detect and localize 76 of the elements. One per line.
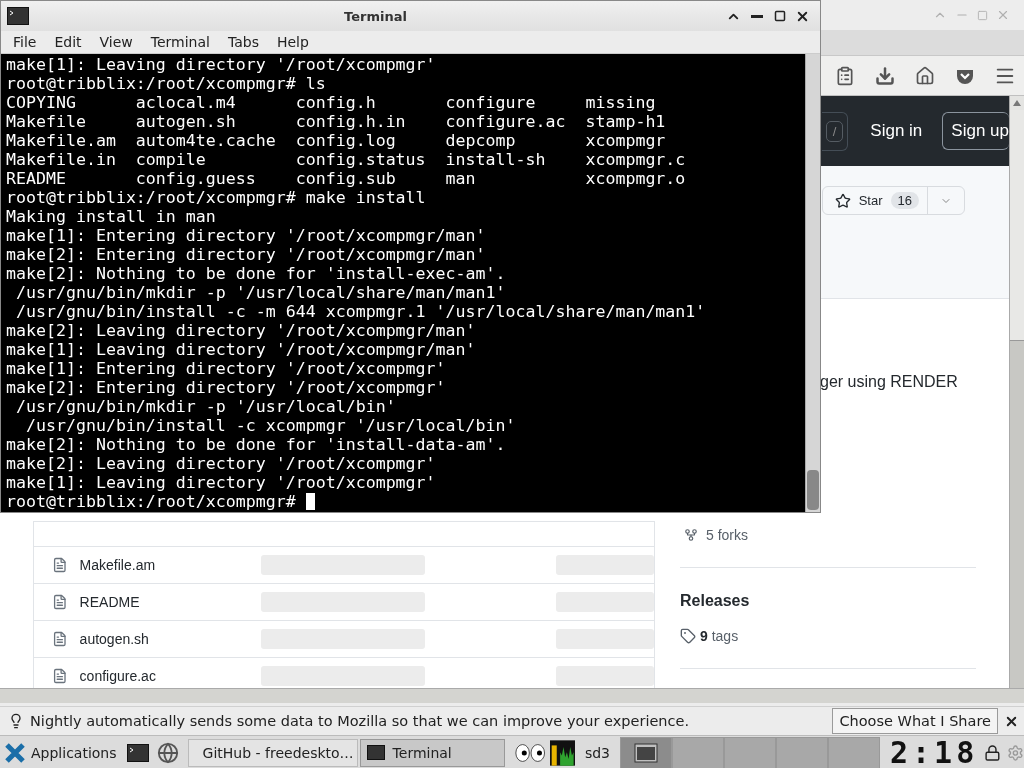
terminal-line: make[1]: Leaving directory '/root/xcompmgr' [6,473,436,492]
file-name[interactable]: autogen.sh [79,631,261,647]
terminal-line: make[1]: Entering directory '/root/xcompmgr/man' [6,226,486,245]
terminal-line: make[1]: Leaving directory '/root/xcompmgr/man' [6,340,476,359]
file-icon [52,594,68,610]
clock: 2:18 [890,735,979,768]
maximize-icon [773,10,786,22]
monitor-label: sd3 [584,744,610,761]
terminal-icon [366,745,385,760]
menu-item[interactable]: File [4,34,46,50]
terminal-line: make[2]: Leaving directory '/root/xcompmgr/man' [6,321,476,340]
file-icon [52,557,68,573]
file-name[interactable]: configure.ac [79,668,261,684]
scroll-up-arrow-icon[interactable] [1013,100,1021,106]
repo-description: ger using RENDER [819,373,959,391]
workspace-button[interactable] [620,736,672,768]
lock-icon[interactable] [984,742,1002,763]
menu-item[interactable]: View [90,34,142,50]
eyes-icon [515,741,546,764]
terminal-line: Makefile.in compile config.status install-sh xcompmgr.c [6,150,686,169]
terminal-line: root@tribblix:/root/xcompmgr# ls [6,74,326,93]
tag-icon [680,628,696,644]
terminal-line: Making install in man [6,207,216,226]
download-icon[interactable] [874,64,896,87]
minimize-icon [750,14,763,18]
text-cursor [305,493,315,510]
x-logo-icon [4,741,26,764]
sign-in-link[interactable]: Sign in [870,121,923,141]
task-button[interactable]: GitHub - freedeskto… [187,738,358,767]
terminal-line: make[2]: Entering directory '/root/xcompmgr/man' [6,245,486,264]
window-thumbnail-icon [634,742,658,763]
shortcut-key: / [825,120,844,142]
applications-menu[interactable]: Applications [0,741,123,764]
lightbulb-icon [8,713,24,729]
star-button[interactable]: Star 16 [822,187,928,214]
menu-item[interactable]: Help [267,34,318,50]
terminal-line: root@tribblix:/root/xcompmgr# make install [6,188,426,207]
terminal-line: /usr/gnu/bin/install -c -m 644 xcompmgr.1 '/usr/local/share/man/man1' [15,302,706,321]
terminal-line: root@tribblix:/root/xcompmgr# [6,492,297,511]
terminal-line: make[2]: Nothing to be done for 'install-exec-am'. [6,264,506,283]
terminal-line: make[1]: Entering directory '/root/xcompmgr' [6,359,446,378]
terminal-line: /usr/gnu/bin/mkdir -p '/usr/local/share/man/man1' [15,283,506,302]
terminal-line: /usr/gnu/bin/mkdir -p '/usr/local/bin' [15,397,396,416]
file-name[interactable]: Makefile.am [79,557,261,573]
vertical-scrollbar[interactable] [1009,96,1024,688]
notification-text: Nightly automatically sends some data to Mozilla so that we can improve your experience. [30,713,691,729]
task-button[interactable]: Terminal [359,738,506,767]
terminal-icon [7,7,29,25]
tags-link[interactable]: 9 tags [700,628,739,644]
cpu-monitor-icon [549,737,575,768]
terminal-line: make[2]: Nothing to be done for 'install-data-am'. [6,435,506,454]
terminal-line: Makefile.am autom4te.cache config.log depcomp xcompmgr [6,131,666,150]
terminal-line: make[2]: Leaving directory '/root/xcompmgr' [6,454,436,473]
menu-item[interactable]: Edit [45,34,91,50]
terminal-line: /usr/gnu/bin/install -c xcompmgr '/usr/local/bin' [24,416,516,435]
menu-item[interactable]: Terminal [141,34,219,50]
window-title: Terminal [343,8,408,24]
releases-heading: Releases [680,592,751,610]
fork-icon [684,528,698,542]
terminal-line: Makefile autogen.sh config.h.in configure.ac stamp-h1 [6,112,666,131]
file-icon [52,668,68,684]
terminal-line: make[1]: Leaving directory '/root/xcompmgr' [6,55,436,74]
star-icon [834,192,851,209]
forks-link[interactable]: 5 forks [706,527,748,543]
menu-item[interactable]: Tabs [218,34,268,50]
horizontal-scrollbar[interactable] [0,688,1024,703]
terminal-line: README config.guess config.sub man xcompmgr.o [6,169,686,188]
terminal-line: make[2]: Entering directory '/root/xcompmgr' [6,378,446,397]
terminal-line: COPYING aclocal.m4 config.h configure missing [6,93,656,112]
globe-icon[interactable] [156,740,179,765]
home-icon[interactable] [914,64,936,87]
star-count: 16 [890,192,919,209]
file-name[interactable]: README [79,594,261,610]
share-button[interactable]: Choose What I Share [832,708,998,734]
terminal-scrollbar[interactable] [805,54,820,512]
file-icon [52,631,68,647]
